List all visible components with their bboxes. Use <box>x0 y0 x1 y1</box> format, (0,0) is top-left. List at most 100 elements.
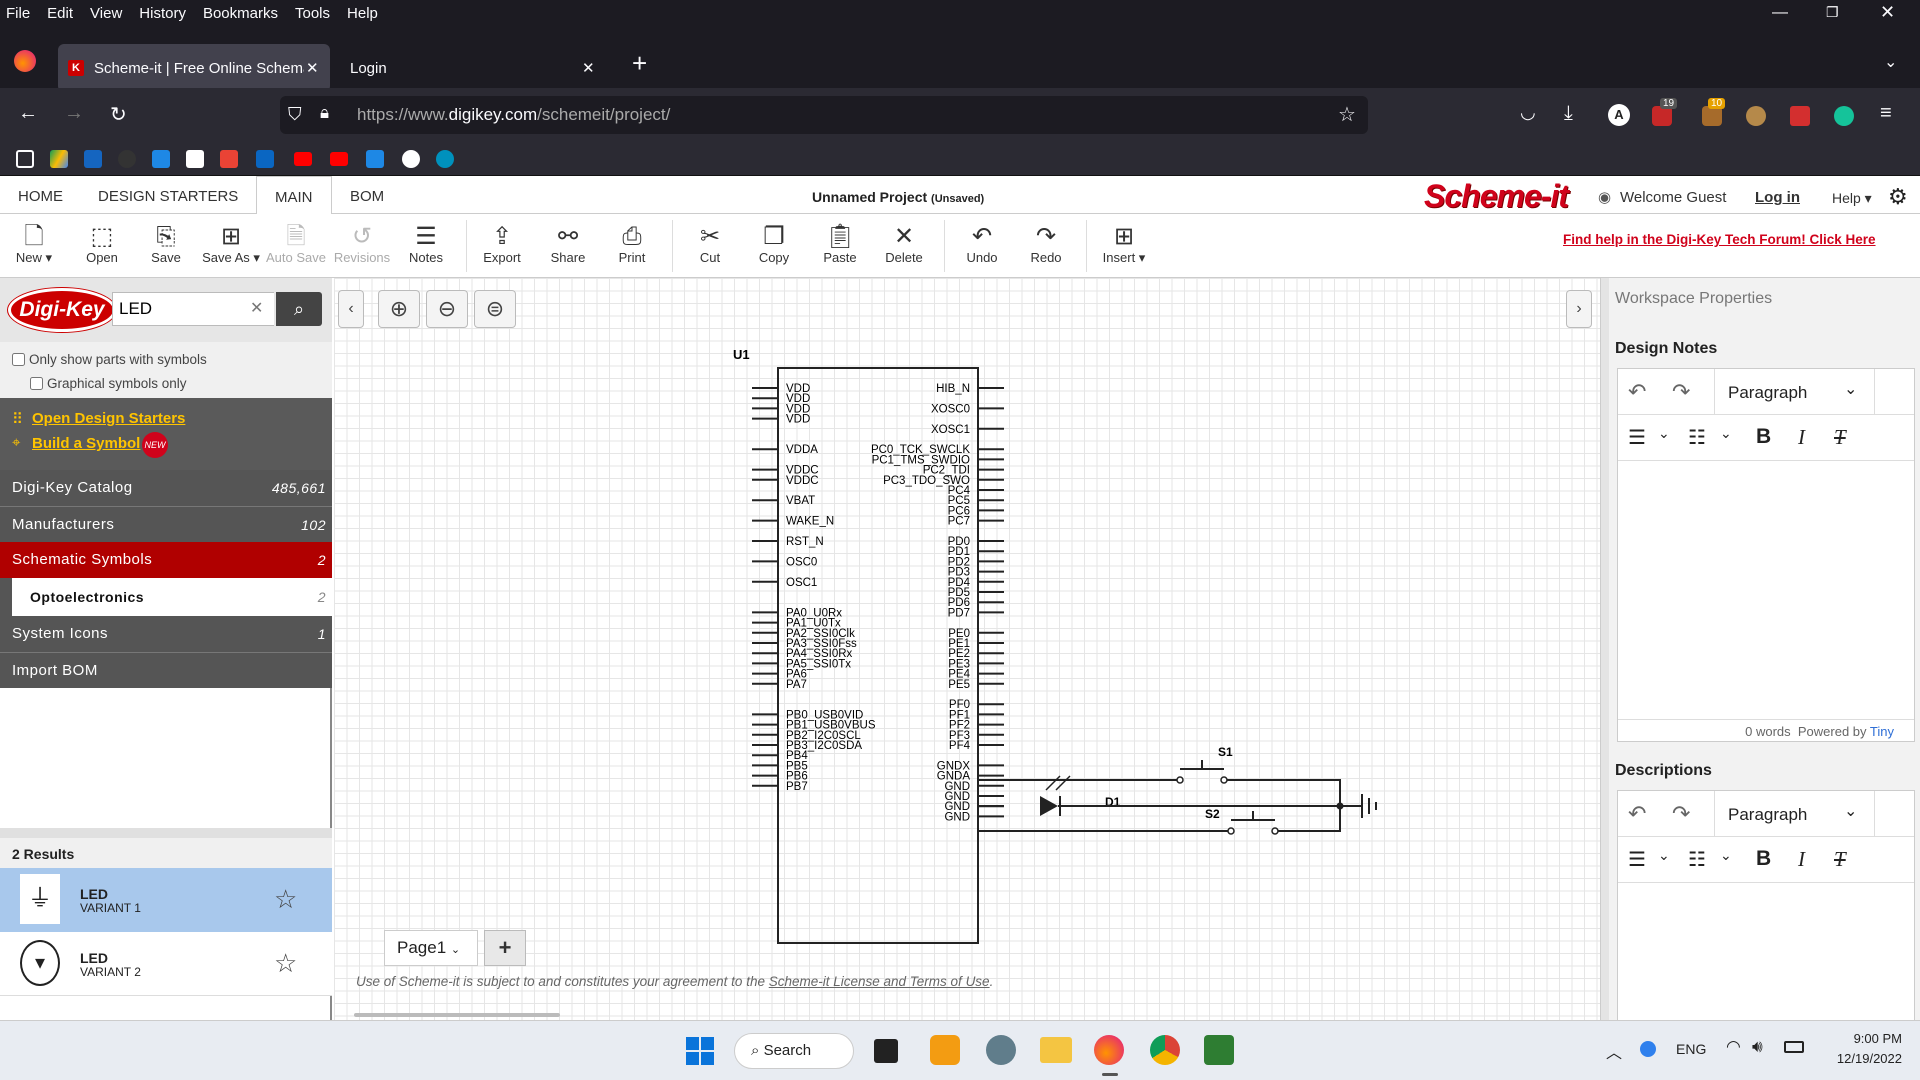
chevron-down-icon[interactable]: ⌄ <box>1658 847 1670 864</box>
file-explorer-icon[interactable] <box>1040 1037 1072 1063</box>
panel-resize-handle[interactable] <box>0 828 332 838</box>
menu-file[interactable]: File <box>6 5 30 22</box>
bookmark-r-icon[interactable] <box>186 150 204 168</box>
wifi-icon[interactable]: ◠ <box>1726 1037 1741 1057</box>
lock-icon[interactable]: 🔒︎ <box>320 103 329 123</box>
italic-icon[interactable]: I <box>1798 847 1805 872</box>
gmail-icon[interactable] <box>220 150 238 168</box>
chevron-down-icon[interactable]: ⌄ <box>1844 801 1857 821</box>
category-schematic-symbols[interactable]: Schematic Symbols 2 <box>0 542 332 578</box>
url-text[interactable]: https://www.digikey.com/schemeit/project… <box>357 105 670 125</box>
clock-time[interactable]: 9:00 PM <box>1842 1031 1902 1046</box>
print-button[interactable]: ⎙ Print <box>602 224 662 266</box>
menu-view[interactable]: View <box>90 5 122 22</box>
category-manufacturers[interactable]: Manufacturers 102 <box>0 506 332 542</box>
tab-schemeit[interactable]: K Scheme-it | Free Online Schema ✕ <box>58 44 330 92</box>
volume-icon[interactable]: 🔊︎ <box>1752 1037 1763 1057</box>
chevron-down-icon[interactable]: ⌄ <box>451 944 460 956</box>
paragraph-select[interactable]: Paragraph <box>1728 805 1807 825</box>
horizontal-scrollbar[interactable] <box>354 1013 560 1017</box>
download-icon[interactable]: ⤓ <box>1564 102 1573 125</box>
close-tab-icon[interactable]: ✕ <box>582 59 595 77</box>
terms-link[interactable]: Scheme-it License and Terms of Use <box>769 974 990 989</box>
folder-icon[interactable] <box>16 150 34 168</box>
tiny-link[interactable]: Tiny <box>1870 724 1894 739</box>
app-icon[interactable] <box>1204 1035 1234 1065</box>
italic-icon[interactable]: I <box>1798 425 1805 450</box>
bookmark-w-icon[interactable] <box>366 150 384 168</box>
extension-ublock-icon[interactable] <box>1652 106 1672 126</box>
paste-button[interactable]: 📋︎ Paste <box>810 224 870 266</box>
copy-button[interactable]: ❐ Copy <box>744 224 804 266</box>
hamburger-menu-icon[interactable]: ≡ <box>1880 102 1892 125</box>
language-indicator[interactable]: ENG <box>1676 1041 1706 1057</box>
save-as-button[interactable]: ⊞ Save As ▾ <box>196 224 266 266</box>
only-symbols-checkbox[interactable] <box>12 353 25 366</box>
tab-bom[interactable]: BOM <box>350 176 384 214</box>
cut-button[interactable]: ✂ Cut <box>680 224 740 266</box>
tab-home[interactable]: HOME <box>18 176 63 214</box>
back-icon[interactable]: ← <box>18 102 38 125</box>
bookmark-star-icon[interactable]: ☆ <box>1338 102 1356 127</box>
category-digikey-catalog[interactable]: Digi-Key Catalog 485,661 <box>0 470 332 506</box>
url-bar[interactable]: ⛉ 🔒︎ https://www.digikey.com/schemeit/pr… <box>280 96 1368 134</box>
auto-save-button[interactable]: 🗎︎ Auto Save <box>266 224 326 266</box>
chevron-down-icon[interactable]: ⌄ <box>1720 425 1732 442</box>
bold-icon[interactable]: B <box>1756 847 1771 871</box>
github-icon[interactable] <box>402 150 420 168</box>
new-button[interactable]: 🗋︎ New ▾ <box>4 224 64 266</box>
bookmark-avatar-icon[interactable] <box>118 150 136 168</box>
windows-start-icon[interactable] <box>686 1037 714 1065</box>
account-avatar[interactable]: A <box>1608 104 1630 126</box>
close-tab-icon[interactable]: ✕ <box>306 59 319 77</box>
clear-format-icon[interactable]: T <box>1834 425 1846 450</box>
notes-button[interactable]: ☰ Notes <box>396 224 456 266</box>
firefox-icon[interactable] <box>14 50 36 72</box>
tab-main[interactable]: MAIN <box>256 176 332 215</box>
shield-icon[interactable]: ⛉ <box>288 104 302 125</box>
insert-button[interactable]: ⊞ Insert ▾ <box>1094 224 1154 266</box>
chevron-up-icon[interactable]: ︿ <box>1606 1039 1622 1063</box>
paragraph-select[interactable]: Paragraph <box>1728 383 1807 403</box>
menu-tools[interactable]: Tools <box>295 5 330 22</box>
task-view-icon[interactable] <box>874 1039 898 1063</box>
help-menu[interactable]: Help ▾ <box>1832 190 1872 207</box>
save-button[interactable]: ⎘ Save <box>136 224 196 266</box>
bookmark-icon[interactable] <box>84 150 102 168</box>
search-button[interactable]: ⌕ <box>276 292 322 326</box>
app-icon[interactable] <box>930 1035 960 1065</box>
add-page-button[interactable]: + <box>484 930 526 966</box>
menu-bookmarks[interactable]: Bookmarks <box>203 5 278 22</box>
firefox-taskbar-icon[interactable] <box>1094 1035 1124 1065</box>
vertical-scrollbar[interactable] <box>1601 278 1609 1020</box>
ground-symbol[interactable] <box>1361 794 1377 818</box>
switch-s1[interactable]: S1 <box>1176 745 1233 784</box>
bullet-list-icon[interactable]: ☰ <box>1628 847 1646 872</box>
subcategory-optoelectronics[interactable]: Optoelectronics 2 <box>0 578 332 616</box>
reload-icon[interactable]: ↻ <box>110 102 127 127</box>
descriptions-textarea[interactable] <box>1618 883 1914 1019</box>
tab-design-starters[interactable]: DESIGN STARTERS <box>98 176 238 214</box>
menu-edit[interactable]: Edit <box>47 5 73 22</box>
tray-app-icon[interactable] <box>1640 1041 1656 1057</box>
numbered-list-icon[interactable]: ☷ <box>1688 425 1706 450</box>
open-design-starters-link[interactable]: Open Design Starters <box>32 410 185 427</box>
extension-icon[interactable] <box>1702 106 1722 126</box>
numbered-list-icon[interactable]: ☷ <box>1688 847 1706 872</box>
gear-icon[interactable]: ⚙ <box>1888 184 1908 210</box>
menu-history[interactable]: History <box>139 5 186 22</box>
login-link[interactable]: Log in <box>1755 189 1800 206</box>
chevron-down-icon[interactable]: ⌄ <box>1720 847 1732 864</box>
youtube-icon[interactable] <box>330 152 348 166</box>
chevron-down-icon[interactable]: ⌄ <box>1658 425 1670 442</box>
page-tab[interactable]: Page1 ⌄ <box>384 930 478 966</box>
list-tabs-icon[interactable]: ⌄ <box>1884 52 1897 72</box>
favorite-star-icon[interactable]: ☆ <box>274 884 297 915</box>
chrome-taskbar-icon[interactable] <box>1150 1035 1180 1065</box>
only-symbols-option[interactable]: Only show parts with symbols <box>12 352 207 367</box>
export-button[interactable]: ⇪ Export <box>472 224 532 266</box>
clear-search-icon[interactable]: ✕ <box>250 298 263 318</box>
restore-icon[interactable]: ❐ <box>1826 4 1839 21</box>
pocket-icon[interactable]: ◡ <box>1520 102 1536 123</box>
forward-icon[interactable]: → <box>64 102 84 125</box>
